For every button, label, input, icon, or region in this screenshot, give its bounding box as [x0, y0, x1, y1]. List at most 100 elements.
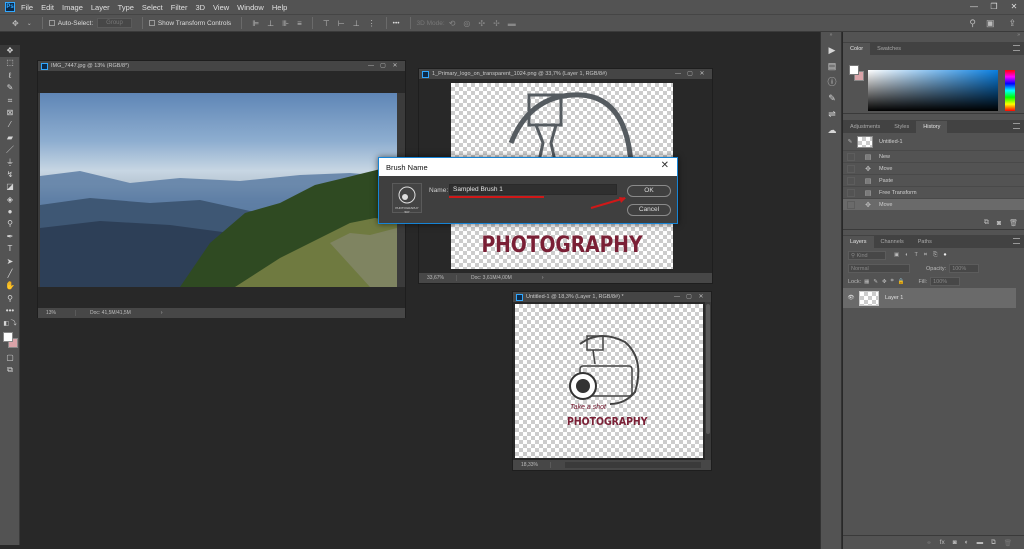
filter-type-icon[interactable]: T: [915, 252, 918, 258]
more-options-button[interactable]: •••: [393, 20, 400, 27]
zoom-level[interactable]: 33,67%: [427, 275, 457, 281]
close-button[interactable]: ✕: [1004, 0, 1024, 14]
menu-filter[interactable]: Filter: [171, 3, 188, 12]
cancel-button[interactable]: Cancel: [627, 204, 671, 216]
line-tool-icon[interactable]: ╱: [0, 268, 20, 280]
tab-channels[interactable]: Channels: [874, 236, 911, 248]
status-menu-arrow-icon[interactable]: ›: [542, 275, 544, 281]
maximize-icon[interactable]: ▢: [684, 69, 696, 79]
align-bottom-icon[interactable]: ⊥: [353, 19, 360, 28]
hue-slider[interactable]: [1005, 70, 1015, 111]
eyedropper-tool-icon[interactable]: ⁄: [0, 119, 20, 131]
actions-play-icon[interactable]: ▶: [821, 42, 843, 58]
lasso-tool-icon[interactable]: ℓ: [0, 70, 20, 82]
adjustment-layer-icon[interactable]: ◐: [965, 539, 969, 546]
lock-all-icon[interactable]: 🔒: [898, 279, 905, 285]
maximize-icon[interactable]: ▢: [683, 292, 695, 302]
align-right-icon[interactable]: ⊪: [282, 19, 289, 28]
minimize-button[interactable]: —: [964, 0, 984, 14]
3d-camera-icon[interactable]: ▬: [508, 19, 516, 28]
document-titlebar[interactable]: 1_Primary_logo_on_transparent_1024.png @…: [419, 69, 712, 79]
tab-styles[interactable]: Styles: [887, 121, 916, 133]
transparent-canvas[interactable]: Take a shot PHOTOGRAPHY: [515, 304, 703, 458]
minimize-icon[interactable]: —: [671, 292, 683, 302]
opacity-input[interactable]: 100%: [949, 264, 980, 273]
distribute-vertical-icon[interactable]: ⋮: [368, 19, 376, 28]
collapse-icon[interactable]: »: [843, 32, 1024, 42]
history-source-checkbox[interactable]: [847, 200, 855, 209]
color-field[interactable]: [868, 70, 998, 111]
menu-file[interactable]: File: [21, 3, 33, 12]
screen-mode-icon[interactable]: ⧉: [0, 364, 20, 376]
menu-3d[interactable]: 3D: [195, 3, 205, 12]
restore-button[interactable]: ❐: [984, 0, 1004, 14]
distribute-icon[interactable]: ≡: [297, 19, 302, 28]
move-tool-icon[interactable]: ✥: [12, 19, 19, 28]
filter-toggle-icon[interactable]: ●: [943, 252, 946, 258]
edit-toolbar-icon[interactable]: •••: [0, 305, 20, 317]
filter-pixel-icon[interactable]: ▣: [894, 252, 899, 258]
align-middle-icon[interactable]: ⊢: [338, 19, 345, 28]
blend-mode-dropdown[interactable]: Normal: [848, 264, 910, 273]
align-left-icon[interactable]: ⊫: [252, 19, 259, 28]
lock-image-icon[interactable]: ✎: [873, 279, 878, 285]
marquee-tool-icon[interactable]: ⬚: [0, 57, 20, 69]
ok-button[interactable]: OK: [627, 185, 671, 197]
eye-visibility-icon[interactable]: 👁: [843, 295, 859, 301]
close-icon[interactable]: ✕: [696, 69, 708, 79]
tab-layers[interactable]: Layers: [843, 236, 874, 248]
close-icon[interactable]: ✕: [695, 292, 707, 302]
fill-input[interactable]: 100%: [930, 277, 961, 286]
brush-tool-icon[interactable]: ／: [0, 144, 20, 156]
new-layer-icon[interactable]: ⧉: [991, 539, 996, 547]
tool-preset-chevron-icon[interactable]: ⌄: [27, 20, 32, 27]
document-window-untitled-1[interactable]: Untitled-1 @ 18,3% (Layer 1, RGB/8#) * —…: [512, 291, 712, 471]
brush-name-input[interactable]: [449, 184, 617, 195]
frame-tool-icon[interactable]: ⊠: [0, 107, 20, 119]
trash-icon[interactable]: 🗑: [1004, 539, 1012, 547]
history-source-checkbox[interactable]: [847, 176, 855, 185]
layer-name[interactable]: Layer 1: [885, 295, 903, 301]
menu-select[interactable]: Select: [142, 3, 163, 12]
quick-mask-icon[interactable]: ▢: [0, 352, 20, 364]
align-center-icon[interactable]: ⊥: [267, 19, 274, 28]
history-brush-tool-icon[interactable]: ↯: [0, 169, 20, 181]
history-item[interactable]: ✥ Move: [843, 162, 1024, 174]
creative-cloud-icon[interactable]: ☁: [821, 122, 843, 138]
snapshot-camera-icon[interactable]: ◙: [997, 220, 1001, 227]
history-source-checkbox[interactable]: [847, 188, 855, 197]
path-selection-tool-icon[interactable]: ➤: [0, 256, 20, 268]
tab-paths[interactable]: Paths: [911, 236, 939, 248]
history-brush-source-icon[interactable]: ✎: [843, 139, 857, 145]
filter-smart-object-icon[interactable]: ⎘: [933, 252, 937, 259]
document-titlebar[interactable]: IMG_7447.jpg @ 13% (RGB/8*) — ▢ ✕: [38, 61, 405, 71]
new-group-icon[interactable]: ▬: [977, 539, 984, 546]
blur-tool-icon[interactable]: ●: [0, 206, 20, 218]
quick-selection-tool-icon[interactable]: ✎: [0, 82, 20, 94]
zoom-level[interactable]: 18,33%: [521, 462, 551, 468]
search-icon[interactable]: ⚲: [969, 18, 976, 29]
zoom-tool-icon[interactable]: ⚲: [0, 293, 20, 305]
menu-edit[interactable]: Edit: [41, 3, 54, 12]
3d-roll-icon[interactable]: ◎: [463, 19, 470, 28]
lock-position-icon[interactable]: ✥: [882, 279, 887, 285]
menu-type[interactable]: Type: [118, 3, 134, 12]
properties-icon[interactable]: ▤: [821, 58, 843, 74]
menu-view[interactable]: View: [213, 3, 229, 12]
link-layers-icon[interactable]: ⚭: [926, 539, 931, 547]
tab-color[interactable]: Color: [843, 43, 871, 55]
fx-icon[interactable]: fx: [940, 539, 945, 546]
auto-select-target-dropdown[interactable]: Group: [97, 18, 132, 28]
hand-tool-icon[interactable]: ✋: [0, 280, 20, 292]
history-source-checkbox[interactable]: [847, 152, 855, 161]
lock-transparent-icon[interactable]: ▦: [864, 279, 869, 285]
history-item[interactable]: ▤ Free Transform: [843, 186, 1024, 198]
workspace-icon[interactable]: ▣: [986, 18, 995, 29]
menu-layer[interactable]: Layer: [91, 3, 110, 12]
type-tool-icon[interactable]: T: [0, 243, 20, 255]
info-icon[interactable]: ⓘ: [821, 74, 843, 90]
close-icon[interactable]: ✕: [389, 61, 401, 71]
panel-menu-icon[interactable]: [1013, 238, 1020, 244]
history-snapshot[interactable]: ✎ Untitled-1: [843, 133, 1024, 150]
show-transform-controls-checkbox[interactable]: [148, 20, 155, 26]
